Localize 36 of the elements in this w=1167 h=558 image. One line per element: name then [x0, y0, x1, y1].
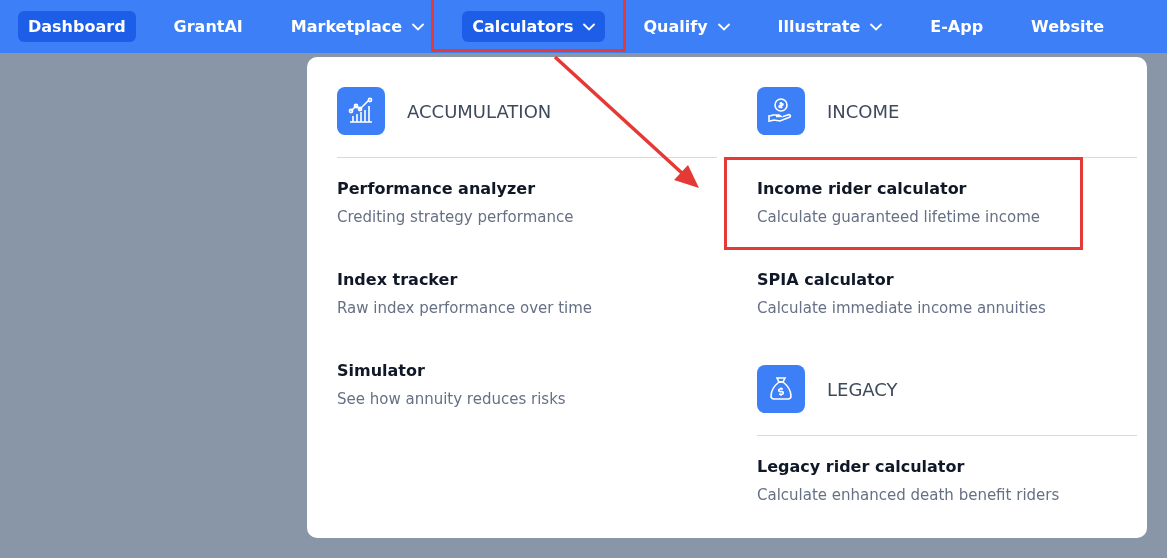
chevron-down-icon: [412, 22, 425, 31]
menu-item-description: See how annuity reduces risks: [337, 390, 566, 408]
menu-item-description: Calculate immediate income annuities: [757, 299, 1046, 317]
menu-item[interactable]: Income rider calculator Calculate guaranteed lifetime income: [757, 158, 1137, 249]
menu-item-description: Crediting strategy performance: [337, 208, 574, 226]
menu-item[interactable]: Performance analyzer Crediting strategy performance: [337, 158, 717, 249]
hand-coin-icon: [757, 87, 805, 135]
section-heading: INCOME: [827, 100, 900, 122]
menu-item[interactable]: Legacy rider calculator Calculate enhanced death benefit riders: [757, 436, 1137, 527]
chevron-down-icon: [583, 22, 596, 31]
nav-item[interactable]: Qualify: [633, 11, 740, 42]
nav-item[interactable]: GrantAI: [163, 11, 253, 42]
menu-item-title: SPIA calculator: [757, 270, 894, 289]
menu-item-title: Index tracker: [337, 270, 458, 289]
nav-item[interactable]: Marketplace: [280, 11, 435, 42]
nav-item[interactable]: E-App: [920, 11, 994, 42]
nav-item[interactable]: Website: [1021, 11, 1114, 42]
section-heading: LEGACY: [827, 378, 898, 400]
menu-item-title: Performance analyzer: [337, 179, 536, 198]
menu-item-description: Calculate guaranteed lifetime income: [757, 208, 1040, 226]
menu-item[interactable]: Index tracker Raw index performance over time: [337, 249, 717, 340]
growth-chart-icon: [337, 87, 385, 135]
chevron-down-icon: [870, 22, 883, 31]
menu-item-description: Raw index performance over time: [337, 299, 593, 317]
menu-item[interactable]: SPIA calculator Calculate immediate income annuities: [757, 249, 1137, 340]
nav-item[interactable]: Illustrate: [767, 11, 893, 42]
menu-item[interactable]: Simulator See how annuity reduces risks: [337, 340, 717, 431]
section-heading: ACCUMULATION: [407, 100, 552, 122]
menu-item-description: Calculate enhanced death benefit riders: [757, 486, 1060, 504]
nav-item[interactable]: Dashboard: [18, 11, 136, 42]
menu-item-title: Legacy rider calculator: [757, 457, 965, 476]
chevron-down-icon: [717, 22, 730, 31]
money-bag-icon: [757, 365, 805, 413]
menu-item-title: Simulator: [337, 361, 425, 380]
menu-item-title: Income rider calculator: [757, 179, 967, 198]
nav-item[interactable]: Calculators: [462, 11, 606, 42]
